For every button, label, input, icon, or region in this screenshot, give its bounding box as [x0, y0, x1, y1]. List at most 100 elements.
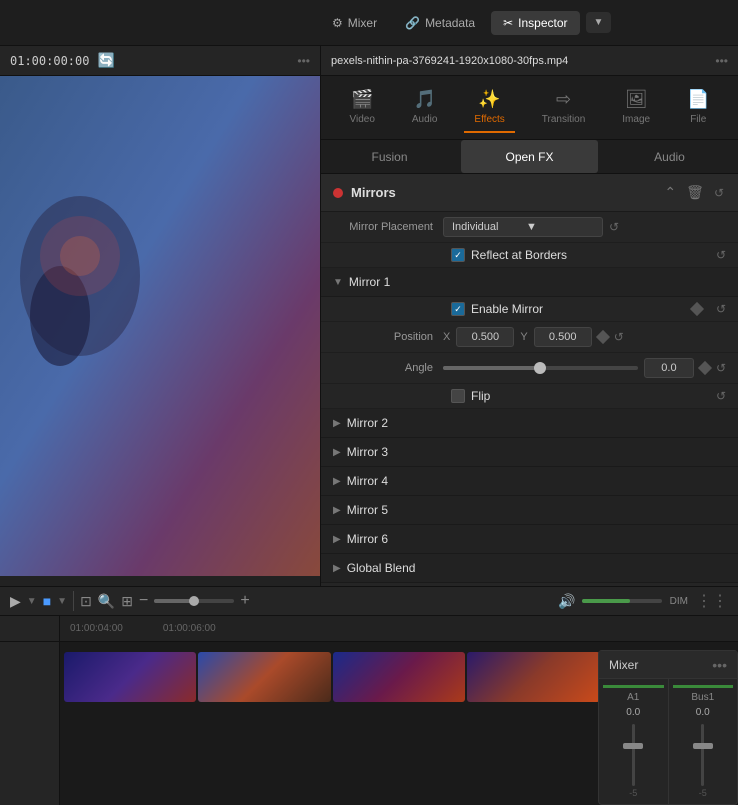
zoom-slider-thumb[interactable]	[189, 596, 199, 606]
zoom-fit-icon[interactable]: ⊡	[80, 593, 92, 610]
mirror5-header[interactable]: ▶ Mirror 5	[321, 496, 738, 525]
mirror6-title: Mirror 6	[347, 532, 388, 546]
flip-row: Flip ↺	[321, 384, 738, 409]
filename-bar: pexels-nithin-pa-3769241-1920x1080-30fps…	[321, 46, 738, 76]
tab-effects[interactable]: ✨ Effects	[464, 83, 514, 133]
mirror2-arrow-icon: ▶	[333, 418, 341, 429]
zoom-slider-track[interactable]	[154, 599, 234, 603]
angle-reset[interactable]: ↺	[716, 361, 726, 375]
time-bar-dots[interactable]: •••	[297, 54, 310, 68]
mixer-title: Mixer	[609, 658, 706, 672]
a1-db-minus5: -5	[629, 788, 637, 798]
audio-icon: 🎵	[413, 89, 435, 110]
subtab-fusion[interactable]: Fusion	[321, 140, 458, 173]
expand-icon[interactable]: ⌃	[662, 182, 678, 203]
reset-icon[interactable]: ↺	[712, 184, 726, 202]
enable-mirror-keyframe[interactable]	[690, 302, 704, 316]
bus1-fader-handle[interactable]	[693, 743, 713, 749]
y-input[interactable]	[534, 327, 592, 347]
mirror-placement-dropdown[interactable]: Individual ▼	[443, 217, 603, 237]
bus1-db-minus5: -5	[699, 788, 707, 798]
color-tool-icon[interactable]: ■	[43, 593, 51, 609]
flip-label: Flip	[471, 389, 490, 403]
mirrors-active-dot[interactable]	[333, 188, 343, 198]
delete-icon[interactable]: 🗑	[684, 182, 706, 203]
options-icon[interactable]: ⋮⋮	[696, 591, 728, 611]
mirrors-header: Mirrors ⌃ 🗑 ↺	[321, 174, 738, 212]
clip-thumb-4	[467, 652, 599, 702]
metadata-button[interactable]: 🔗 Metadata	[393, 11, 487, 35]
reflect-borders-checkbox[interactable]	[451, 248, 465, 262]
tab-image-label: Image	[622, 114, 650, 125]
enable-mirror-reset[interactable]: ↺	[716, 302, 726, 316]
tab-transition[interactable]: ⇨ Transition	[532, 83, 596, 133]
x-label: X	[443, 331, 450, 343]
inspector-button[interactable]: ✂ Inspector	[491, 11, 579, 35]
color-dropdown-icon[interactable]: ▼	[57, 596, 67, 607]
angle-input[interactable]	[644, 358, 694, 378]
enable-mirror-checkbox[interactable]	[451, 302, 465, 316]
mirror5-title: Mirror 5	[347, 503, 388, 517]
subtab-audio[interactable]: Audio	[601, 140, 738, 173]
mixer-dots[interactable]: •••	[712, 657, 727, 673]
zoom-add-icon[interactable]: +	[240, 592, 249, 610]
bus1-fader-track	[701, 724, 704, 786]
zoom-in-icon[interactable]: 🔍	[98, 593, 115, 610]
mirror-placement-reset[interactable]: ↺	[609, 220, 619, 234]
tab-file[interactable]: 📄 File	[677, 83, 719, 133]
global-blend-header[interactable]: ▶ Global Blend	[321, 554, 738, 583]
zoom-slider-fill	[154, 599, 194, 603]
volume-fill	[582, 599, 630, 603]
bus1-value: 0.0	[696, 707, 710, 718]
time-bar-icon[interactable]: 🔄	[97, 52, 114, 69]
a1-label: A1	[627, 692, 639, 703]
filename-dots[interactable]: •••	[715, 54, 728, 68]
tab-audio[interactable]: 🎵 Audio	[402, 83, 448, 133]
timeline-ruler: 01:00:04:00 01:00:06:00	[60, 623, 738, 634]
volume-bar[interactable]	[582, 599, 662, 603]
bus1-label: Bus1	[691, 692, 714, 703]
timeline-labels	[0, 642, 60, 805]
a1-fader-handle[interactable]	[623, 743, 643, 749]
bus1-db-marks: -5	[699, 788, 707, 798]
tabs-row: 🎬 Video 🎵 Audio ✨ Effects ⇨ Transition 🖼…	[321, 76, 738, 140]
zoom-marker-icon[interactable]: ⊞	[121, 593, 133, 610]
position-keyframe[interactable]	[596, 330, 610, 344]
subtabs-row: Fusion Open FX Audio	[321, 140, 738, 174]
mirror2-header[interactable]: ▶ Mirror 2	[321, 409, 738, 438]
inspector-dropdown-button[interactable]: ▼	[586, 12, 612, 33]
x-input[interactable]	[456, 327, 514, 347]
angle-slider-container	[443, 366, 638, 370]
header-actions: ⌃ 🗑 ↺	[662, 182, 726, 203]
timeline-header: 01:00:04:00 01:00:06:00	[0, 616, 738, 642]
tab-effects-label: Effects	[474, 114, 504, 125]
tab-video-label: Video	[349, 114, 374, 125]
flip-checkbox[interactable]	[451, 389, 465, 403]
select-dropdown-icon[interactable]: ▼	[27, 596, 37, 607]
effects-icon: ✨	[478, 89, 500, 110]
volume-icon[interactable]: 🔊	[558, 593, 575, 610]
tab-image[interactable]: 🖼 Image	[612, 83, 660, 133]
zoom-out-icon[interactable]: −	[139, 592, 148, 610]
mixer-button[interactable]: ⚙ Mixer	[320, 11, 389, 35]
select-tool-icon[interactable]: ▶	[10, 593, 21, 610]
inspector-panel: pexels-nithin-pa-3769241-1920x1080-30fps…	[320, 46, 738, 656]
angle-slider-track[interactable]	[443, 366, 638, 370]
mirror4-header[interactable]: ▶ Mirror 4	[321, 467, 738, 496]
subtab-audio-label: Audio	[654, 150, 685, 164]
angle-keyframe[interactable]	[698, 361, 712, 375]
angle-label: Angle	[333, 362, 443, 374]
angle-slider-thumb[interactable]	[534, 362, 546, 374]
flip-reset[interactable]: ↺	[716, 389, 726, 403]
angle-value: ↺	[443, 358, 726, 378]
tab-video[interactable]: 🎬 Video	[339, 83, 384, 133]
reflect-borders-reset[interactable]: ↺	[716, 248, 726, 262]
dim-label[interactable]: DIM	[670, 596, 688, 607]
subtab-openfx[interactable]: Open FX	[461, 140, 598, 173]
dropdown-arrow-icon: ▼	[526, 221, 594, 233]
position-reset[interactable]: ↺	[614, 330, 624, 344]
mirror6-header[interactable]: ▶ Mirror 6	[321, 525, 738, 554]
mirror3-header[interactable]: ▶ Mirror 3	[321, 438, 738, 467]
mirror1-header[interactable]: ▼ Mirror 1	[321, 268, 738, 297]
global-blend-title: Global Blend	[347, 561, 416, 575]
